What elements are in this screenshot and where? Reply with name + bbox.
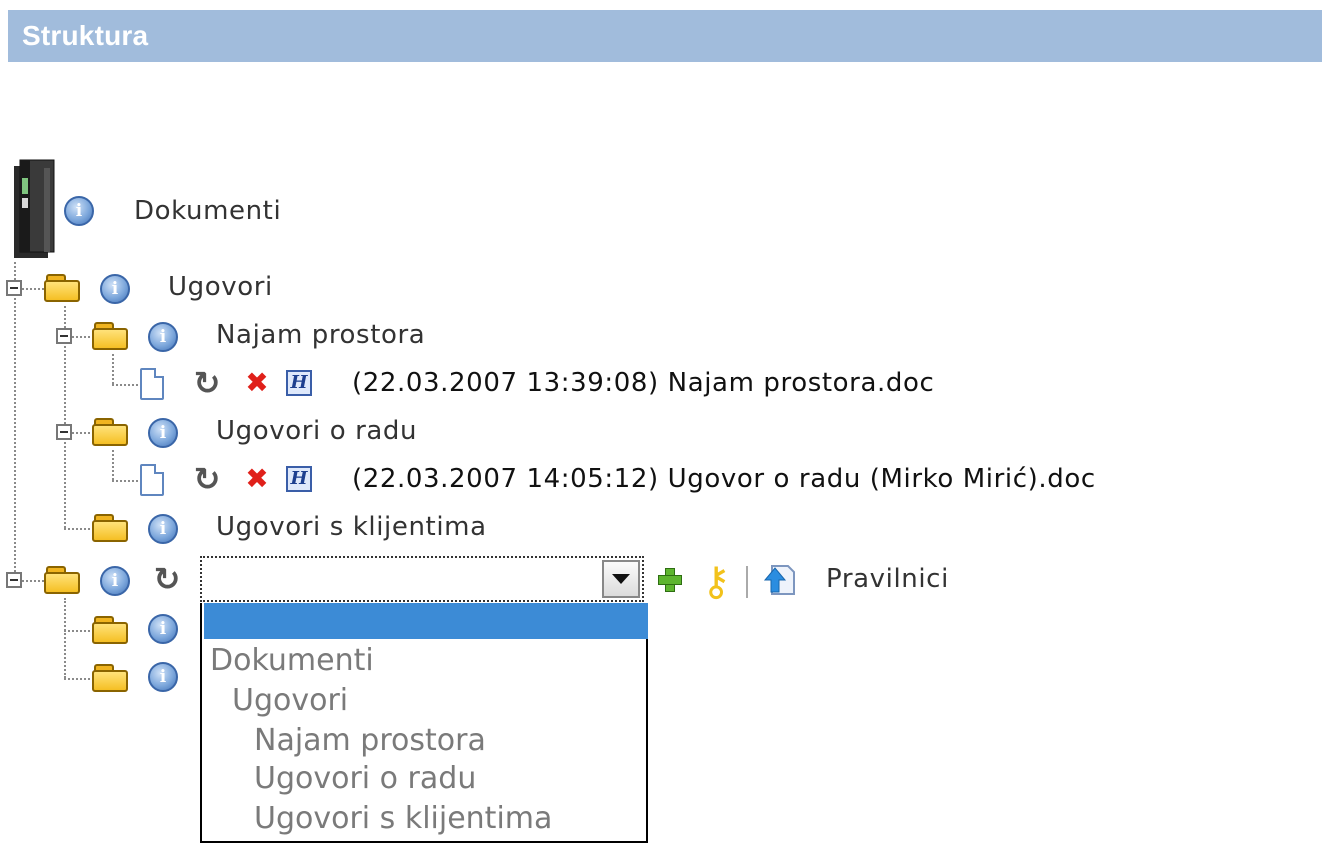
history-icon[interactable]: H — [286, 466, 312, 492]
select-dropdown-list[interactable]: Dokumenti Ugovori Najam prostora Ugovori… — [200, 603, 648, 843]
tree-connector — [112, 450, 114, 480]
document-cabinet-icon — [14, 159, 55, 258]
dropdown-option[interactable]: Ugovori o radu — [254, 761, 476, 796]
dropdown-option[interactable]: Ugovori — [232, 683, 348, 718]
key-icon[interactable]: ⚷ — [700, 560, 732, 604]
info-icon[interactable]: i — [148, 514, 178, 544]
dropdown-option[interactable]: Ugovori s klijentima — [254, 801, 552, 836]
delete-icon[interactable]: ✖ — [244, 465, 270, 493]
refresh-icon[interactable]: ↻ — [150, 562, 184, 596]
tree-connector — [64, 630, 94, 632]
dropdown-option[interactable]: Najam prostora — [254, 723, 486, 758]
upload-icon[interactable] — [758, 562, 798, 598]
move-target-select[interactable] — [200, 556, 644, 602]
tree-node-label-najam-prostora[interactable]: Najam prostora — [216, 320, 425, 350]
tree-node-label-ugovori-o-radu[interactable]: Ugovori o radu — [216, 416, 417, 446]
tree-node-label-dokumenti[interactable]: Dokumenti — [134, 196, 281, 226]
tree-connector — [72, 432, 94, 434]
file-link[interactable]: (22.03.2007 14:05:12) Ugovor o radu (Mir… — [352, 464, 1096, 494]
tree-connector — [112, 354, 114, 384]
folder-icon — [92, 614, 132, 646]
info-icon[interactable]: i — [64, 196, 94, 226]
tree-connector — [112, 384, 138, 386]
file-link[interactable]: (22.03.2007 13:39:08) Najam prostora.doc — [352, 368, 934, 398]
tree-connector — [64, 678, 94, 680]
folder-icon — [92, 512, 132, 544]
folder-open-icon — [44, 272, 84, 304]
tree-connector — [72, 336, 94, 338]
add-icon[interactable] — [656, 566, 682, 592]
section-header: Struktura — [8, 10, 1322, 62]
info-icon[interactable]: i — [148, 614, 178, 644]
tree-connector — [22, 288, 44, 290]
info-icon[interactable]: i — [148, 418, 178, 448]
delete-icon[interactable]: ✖ — [244, 369, 270, 397]
toolbar-divider — [746, 566, 748, 598]
tree-node-label-ugovori[interactable]: Ugovori — [168, 272, 273, 302]
info-icon[interactable]: i — [100, 274, 130, 304]
history-icon[interactable]: H — [286, 370, 312, 396]
tree-node-label-pravilnici[interactable]: Pravilnici — [826, 564, 949, 594]
tree-connector — [112, 480, 138, 482]
folder-open-icon — [92, 416, 132, 448]
tree-connector — [22, 580, 44, 582]
collapse-toggle[interactable] — [6, 572, 22, 588]
folder-icon — [92, 662, 132, 694]
dropdown-option-selected[interactable] — [204, 603, 648, 639]
refresh-icon[interactable]: ↻ — [190, 462, 224, 496]
tree-node-label-ugovori-s-klijentima[interactable]: Ugovori s klijentima — [216, 512, 487, 542]
dropdown-arrow-icon[interactable] — [602, 560, 640, 598]
info-icon[interactable]: i — [100, 566, 130, 596]
file-icon[interactable] — [140, 368, 164, 400]
tree-connector — [64, 528, 94, 530]
refresh-icon[interactable]: ↻ — [190, 366, 224, 400]
tree-connector — [64, 598, 66, 678]
info-icon[interactable]: i — [148, 322, 178, 352]
dropdown-option[interactable]: Dokumenti — [210, 643, 374, 678]
tree-connector — [14, 262, 16, 580]
folder-open-icon — [44, 564, 84, 596]
folder-open-icon — [92, 320, 132, 352]
collapse-toggle[interactable] — [6, 280, 22, 296]
collapse-toggle[interactable] — [56, 424, 72, 440]
info-icon[interactable]: i — [148, 662, 178, 692]
section-title: Struktura — [22, 20, 149, 51]
collapse-toggle[interactable] — [56, 328, 72, 344]
file-icon[interactable] — [140, 464, 164, 496]
